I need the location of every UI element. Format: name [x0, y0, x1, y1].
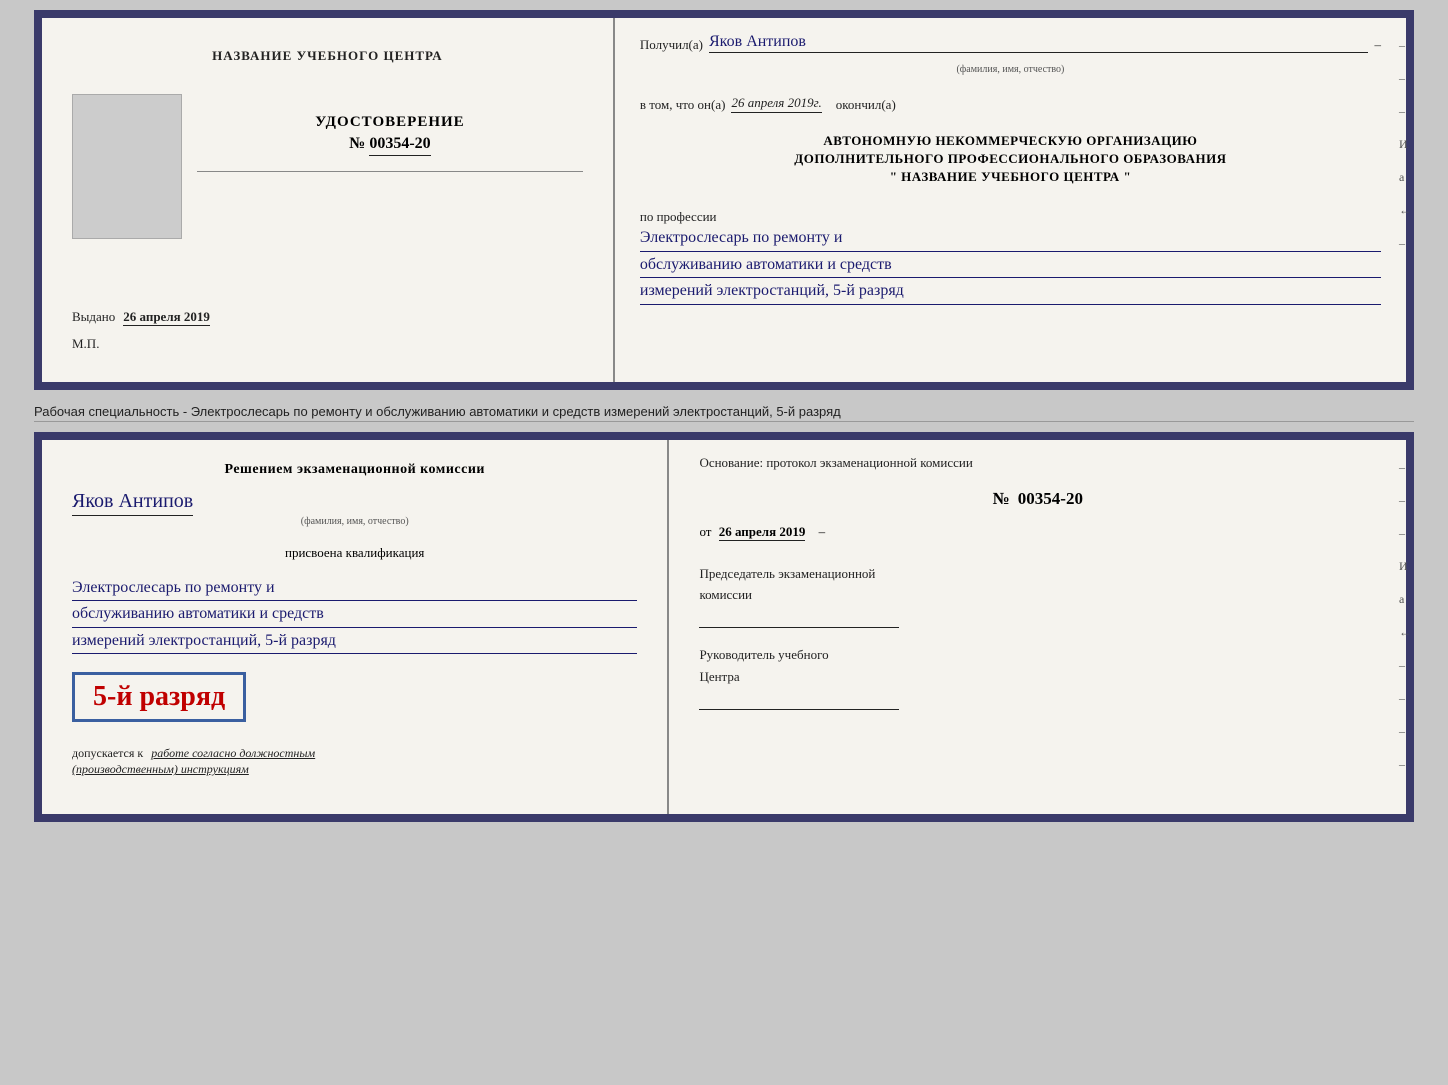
vydano-date: 26 апреля 2019	[123, 309, 210, 326]
ot-label: от	[699, 524, 711, 539]
subtitle-text: Рабочая специальность - Электрослесарь п…	[34, 400, 1414, 422]
fio-subtitle-top: (фамилия, имя, отчество)	[640, 59, 1381, 77]
prisvoena-label: присвоена квалификация	[72, 545, 637, 561]
bottom-cert-right: Основание: протокол экзаменационной коми…	[669, 440, 1406, 814]
org-block: АВТОНОМНУЮ НЕКОММЕРЧЕСКУЮ ОРГАНИЗАЦИЮ ДО…	[640, 131, 1381, 185]
cert-left-bottom: Выдано 26 апреля 2019 М.П.	[72, 308, 583, 352]
rukovoditel-line2: Центра	[699, 668, 1376, 686]
vtom-label: в том, что он(а)	[640, 97, 726, 113]
top-cert-left: НАЗВАНИЕ УЧЕБНОГО ЦЕНТРА УДОСТОВЕРЕНИЕ №…	[42, 18, 615, 382]
qual-line3: измерений электростанций, 5-й разряд	[72, 628, 637, 655]
poluchil-row: Получил(а) Яков Антипов –	[640, 33, 1381, 53]
bottom-fio-subtitle: (фамилия, имя, отчество)	[72, 516, 637, 527]
ot-date: 26 апреля 2019	[719, 524, 806, 541]
grade-box: 5-й разряд	[72, 672, 246, 722]
predsedatel-line1: Председатель экзаменационной	[699, 565, 1376, 583]
right-side-dashes: – – – И а ← –	[1399, 38, 1411, 251]
bottom-right-side-marks: – – – И а ← – – – –	[1399, 460, 1411, 772]
signature-block: Председатель экзаменационной комиссии Ру…	[699, 565, 1376, 710]
rukovoditel-sig-line	[699, 694, 899, 710]
qual-block: Электрослесарь по ремонту и обслуживанию…	[72, 575, 637, 655]
profession-block: по профессии Электрослесарь по ремонту и…	[640, 205, 1381, 305]
po-professii-label: по профессии	[640, 209, 1381, 225]
vtom-row: в том, что он(а) 26 апреля 2019г. окончи…	[640, 95, 1381, 113]
org-line2: ДОПОЛНИТЕЛЬНОГО ПРОФЕССИОНАЛЬНОГО ОБРАЗО…	[640, 151, 1381, 167]
dash-after-name: –	[1374, 37, 1381, 53]
number-prefix: №	[349, 135, 365, 152]
mp-label: М.П.	[72, 336, 99, 352]
org-line1: АВТОНОМНУЮ НЕКОММЕРЧЕСКУЮ ОРГАНИЗАЦИЮ	[640, 133, 1381, 149]
profession-line3: измерений электростанций, 5-й разряд	[640, 278, 1381, 305]
poluchil-name: Яков Антипов	[709, 33, 1368, 53]
cert-number: 00354-20	[369, 135, 430, 156]
protocol-num-prefix: №	[992, 489, 1009, 508]
bottom-certificate: Решением экзаменационной комиссии Яков А…	[34, 432, 1414, 822]
qual-line1: Электрослесарь по ремонту и	[72, 575, 637, 602]
okonchil-label: окончил(а)	[836, 97, 896, 113]
protocol-number: № 00354-20	[699, 489, 1376, 509]
vydano-label: Выдано	[72, 309, 115, 324]
protocol-num-value: 00354-20	[1018, 489, 1083, 508]
dopuskaetsya-value: работе согласно должностным	[151, 746, 315, 760]
rukovoditel-line1: Руководитель учебного	[699, 646, 1376, 664]
left-col-body: УДОСТОВЕРЕНИЕ № 00354-20	[72, 84, 583, 249]
dopuskaetsya-label: допускается к	[72, 746, 143, 760]
top-cert-right: Получил(а) Яков Антипов – (фамилия, имя,…	[615, 18, 1406, 382]
commission-title: Решением экзаменационной комиссии	[72, 460, 637, 480]
udostoverenie-label: УДОСТОВЕРЕНИЕ	[315, 114, 465, 131]
org-center-name: " НАЗВАНИЕ УЧЕБНОГО ЦЕНТРА "	[640, 169, 1381, 185]
predsedatel-line2: комиссии	[699, 586, 1376, 604]
protocol-date: от 26 апреля 2019 –	[699, 524, 1376, 540]
grade-text: 5-й разряд	[93, 681, 225, 713]
bottom-name: Яков Антипов	[72, 490, 193, 516]
top-certificate: НАЗВАНИЕ УЧЕБНОГО ЦЕНТРА УДОСТОВЕРЕНИЕ №…	[34, 10, 1414, 390]
rukovoditel-sig: Руководитель учебного Центра	[699, 646, 1376, 709]
osnovanie-label: Основание: протокол экзаменационной коми…	[699, 455, 1376, 471]
bottom-cert-left: Решением экзаменационной комиссии Яков А…	[42, 440, 669, 814]
vtom-date: 26 апреля 2019г.	[731, 95, 821, 113]
qual-line2: обслуживанию автоматики и средств	[72, 601, 637, 628]
predsedatel-sig: Председатель экзаменационной комиссии	[699, 565, 1376, 628]
poluchil-label: Получил(а)	[640, 37, 703, 53]
top-cert-left-inner: НАЗВАНИЕ УЧЕБНОГО ЦЕНТРА УДОСТОВЕРЕНИЕ №…	[72, 38, 583, 249]
fio-subtitle-text: (фамилия, имя, отчество)	[956, 64, 1064, 75]
profession-line2: обслуживанию автоматики и средств	[640, 252, 1381, 279]
dopuskaetsya-block: допускается к работе согласно должностны…	[72, 744, 637, 777]
name-block: Яков Антипов (фамилия, имя, отчество)	[72, 490, 637, 527]
top-org-name: НАЗВАНИЕ УЧЕБНОГО ЦЕНТРА	[212, 48, 443, 64]
udostoverenie-block: УДОСТОВЕРЕНИЕ № 00354-20	[315, 114, 465, 156]
predsedatel-sig-line	[699, 612, 899, 628]
divider-left	[197, 171, 583, 172]
profession-line1: Электрослесарь по ремонту и	[640, 225, 1381, 252]
photo-placeholder	[72, 94, 182, 239]
instruktsii-value: (производственным) инструкциям	[72, 762, 637, 777]
